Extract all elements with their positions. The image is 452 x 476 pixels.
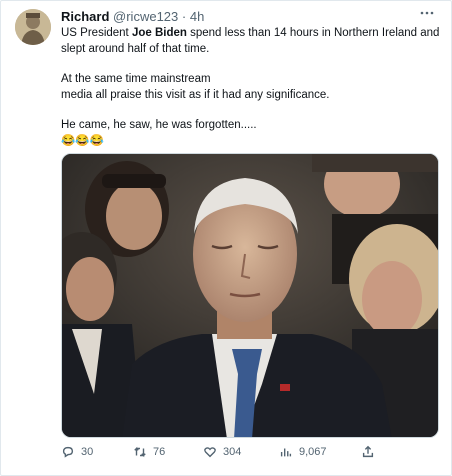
views-button[interactable]: 9,067 xyxy=(279,445,327,459)
tweet-card[interactable]: Richard @ricwe123 · 4h US President Joe … xyxy=(0,0,452,476)
retweet-count: 76 xyxy=(153,446,166,458)
tweet-actions: 30 76 304 9,067 xyxy=(61,445,381,465)
heart-icon xyxy=(204,447,216,458)
retweet-icon xyxy=(134,446,146,458)
retweet-button[interactable]: 76 xyxy=(133,445,165,459)
view-count: 9,067 xyxy=(299,446,327,458)
views-icon xyxy=(280,448,292,457)
reply-count: 30 xyxy=(81,446,94,458)
tweet-line-4: media all praise this visit as if it had… xyxy=(61,89,330,101)
share-button[interactable] xyxy=(361,445,375,459)
tweet-timestamp[interactable]: 4h xyxy=(190,9,204,24)
reply-icon xyxy=(62,446,74,458)
author-name[interactable]: Richard xyxy=(61,9,109,24)
author-handle[interactable]: @ricwe123 xyxy=(113,9,178,24)
tweet-line-3: At the same time mainstream xyxy=(61,73,211,85)
avatar-image xyxy=(15,9,51,45)
tweet-text-span: US President xyxy=(61,27,132,39)
like-count: 304 xyxy=(223,446,242,458)
tweet-line-2: slept around half of that time. xyxy=(61,43,210,55)
tweet-line-1: US President Joe Biden spend less than 1… xyxy=(61,25,441,41)
more-dots xyxy=(420,11,434,15)
tweet-photo[interactable] xyxy=(61,153,439,438)
avatar[interactable] xyxy=(15,9,51,45)
tweet-text-span: spend less than 14 hours in Northern Ire… xyxy=(186,27,440,39)
emoji-line: 😂😂😂 xyxy=(61,135,104,147)
tweet-header: Richard @ricwe123 · 4h xyxy=(61,9,204,24)
mention-bold: Joe Biden xyxy=(131,27,187,39)
separator-dot: · xyxy=(181,9,187,24)
tweet-line-5: He came, he saw, he was forgotten..... xyxy=(61,119,257,131)
reply-button[interactable]: 30 xyxy=(61,445,93,459)
more-horizontal-icon[interactable] xyxy=(419,5,435,24)
like-button[interactable]: 304 xyxy=(203,445,241,459)
share-icon xyxy=(362,445,374,458)
photo-image xyxy=(62,154,438,437)
tweet-text: US President Joe Biden spend less than 1… xyxy=(61,25,441,149)
